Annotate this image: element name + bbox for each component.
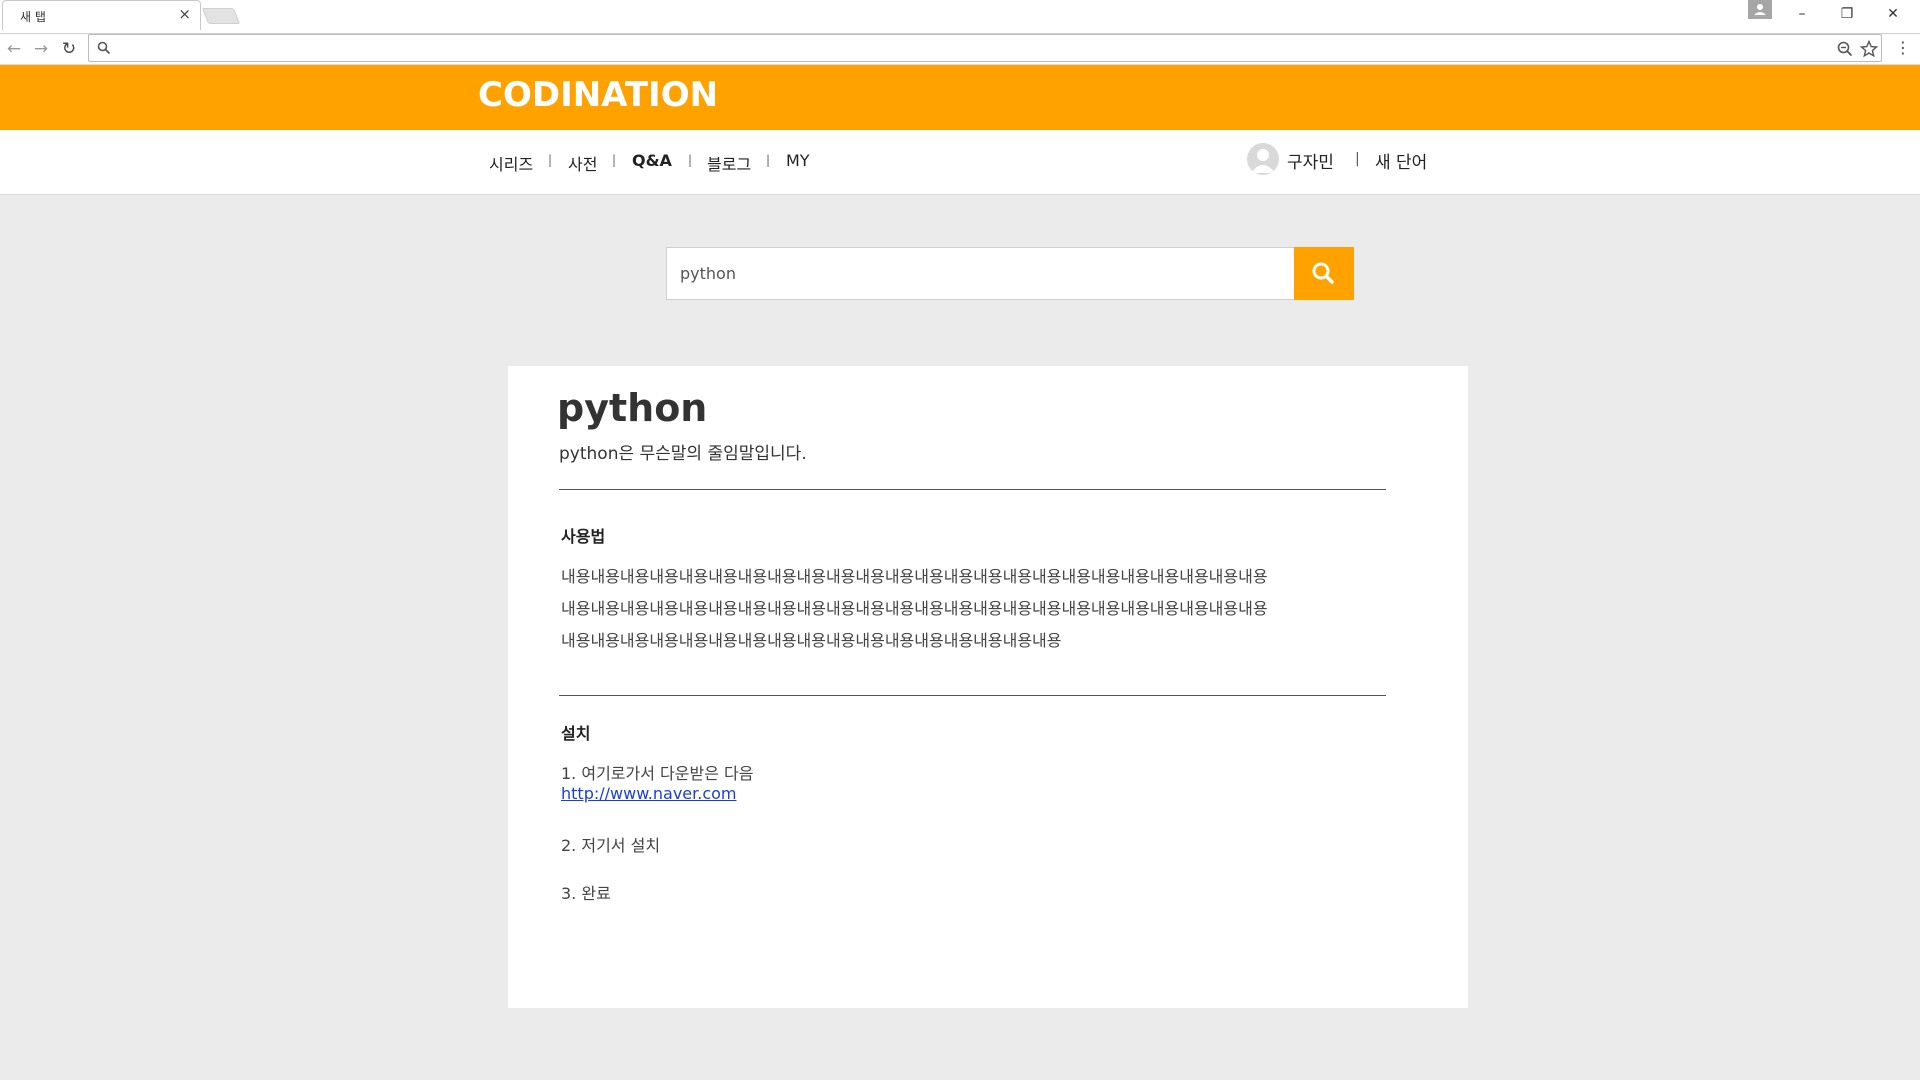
divider	[559, 489, 1386, 490]
search-icon	[1312, 262, 1334, 284]
usage-line: 내용내용내용내용내용내용내용내용내용내용내용내용내용내용내용내용내용	[561, 631, 1062, 650]
user-icon	[1251, 149, 1275, 173]
nav-separator: |	[688, 153, 693, 167]
install-heading: 설치	[561, 724, 591, 743]
nav-separator: |	[612, 153, 617, 167]
minimize-button[interactable]: –	[1779, 2, 1825, 26]
install-link[interactable]: http://www.naver.com	[561, 784, 737, 803]
nav-item-series[interactable]: 시리즈	[489, 151, 533, 175]
back-button[interactable]: ←	[2, 37, 26, 61]
nav-item-dictionary[interactable]: 사전	[568, 151, 597, 175]
nav-item-blog[interactable]: 블로그	[707, 151, 751, 175]
divider	[559, 695, 1386, 696]
browser-tab[interactable]: 새 탭 ×	[2, 0, 201, 30]
tab-close-icon[interactable]: ×	[178, 6, 191, 22]
site-nav: 시리즈 | 사전 | Q&A | 블로그 | MY 구자민 | 새 단어	[0, 130, 1920, 195]
usage-text: 내용내용내용내용내용내용내용내용내용내용내용내용내용내용내용내용내용내용내용내용…	[561, 561, 1381, 657]
install-step-1: 1. 여기로가서 다운받은 다음	[561, 764, 754, 783]
install-step-2: 2. 저기서 설치	[561, 836, 661, 855]
window-close-button[interactable]: ✕	[1870, 2, 1916, 26]
site-logo[interactable]: CODINATION	[478, 75, 718, 115]
address-input[interactable]	[115, 37, 1815, 59]
install-step-3: 3. 완료	[561, 884, 611, 903]
brand-header: CODINATION	[0, 65, 1920, 130]
usage-line: 내용내용내용내용내용내용내용내용내용내용내용내용내용내용내용내용내용내용내용내용…	[561, 567, 1268, 586]
entry-card: python python은 무슨말의 줄임말입니다. 사용법 내용내용내용내용…	[508, 366, 1468, 1008]
user-name[interactable]: 구자민	[1287, 148, 1334, 173]
nav-separator: |	[548, 153, 553, 167]
nav-separator: |	[766, 153, 771, 167]
zoom-icon[interactable]	[1836, 40, 1854, 58]
address-bar[interactable]	[88, 34, 1882, 62]
web-page: CODINATION 시리즈 | 사전 | Q&A | 블로그 | MY 구자민…	[0, 65, 1920, 1080]
browser-menu-icon[interactable]: ⋮	[1895, 37, 1911, 61]
usage-heading: 사용법	[561, 527, 606, 546]
user-separator: |	[1355, 151, 1360, 167]
search-input[interactable]	[666, 247, 1295, 300]
reload-button[interactable]: ↻	[57, 37, 81, 61]
restore-button[interactable]: ❐	[1824, 2, 1870, 26]
search-bar	[666, 247, 1354, 300]
new-tab-button[interactable]	[201, 8, 241, 24]
forward-button[interactable]: →	[29, 37, 53, 61]
entry-description: python은 무슨말의 줄임말입니다.	[559, 444, 807, 464]
nav-item-qa[interactable]: Q&A	[632, 151, 672, 170]
search-button[interactable]	[1294, 247, 1354, 300]
tab-title: 새 탭	[20, 10, 46, 24]
browser-toolbar: ← → ↻ ⋮	[0, 34, 1920, 65]
search-icon	[97, 41, 111, 55]
profile-icon[interactable]	[1748, 0, 1772, 19]
nav-item-my[interactable]: MY	[786, 151, 810, 170]
entry-title: python	[557, 386, 708, 430]
usage-line: 내용내용내용내용내용내용내용내용내용내용내용내용내용내용내용내용내용내용내용내용…	[561, 599, 1268, 618]
new-word-link[interactable]: 새 단어	[1375, 148, 1427, 173]
star-icon[interactable]	[1860, 40, 1878, 58]
browser-tabbar: 새 탭 × – ❐ ✕	[0, 0, 1920, 34]
avatar[interactable]	[1247, 143, 1279, 175]
